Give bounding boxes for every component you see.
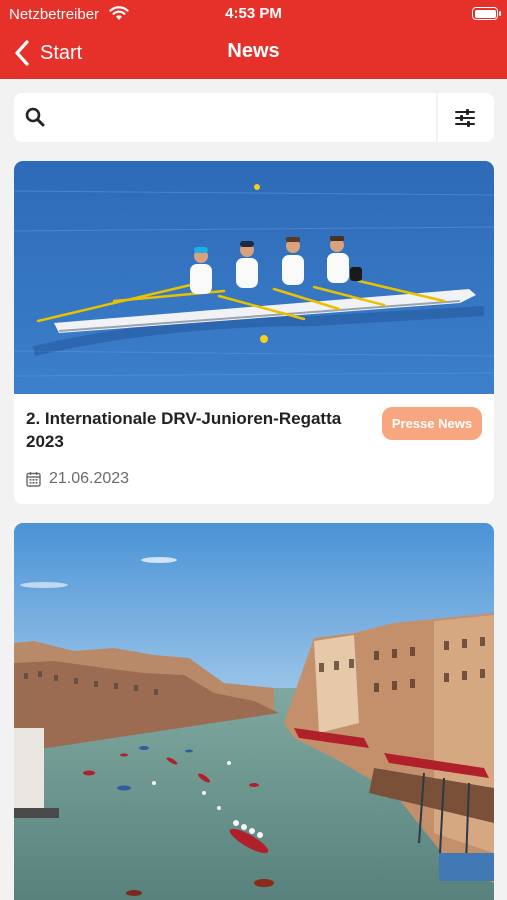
news-date: 21.06.2023 (26, 469, 129, 489)
news-image-venice (14, 523, 494, 900)
calendar-icon (26, 472, 41, 487)
search-icon[interactable] (25, 107, 45, 127)
date-text: 21.06.2023 (49, 470, 130, 487)
search-divider (436, 93, 438, 142)
page-title: News (227, 40, 280, 62)
status-bar: Netzbetreiber 4:53 PM (0, 0, 507, 28)
news-tag-badge: Presse News (382, 407, 482, 440)
news-card[interactable]: 2. Internationale DRV-Junioren-Regatta 2… (14, 161, 494, 504)
news-title: 2. Internationale DRV-Junioren-Regatta 2… (26, 409, 342, 451)
news-image-rowing (14, 161, 494, 394)
search-bar (14, 93, 494, 142)
search-input[interactable] (58, 103, 438, 132)
top-bar: Netzbetreiber 4:53 PM Start News (0, 0, 507, 79)
news-card[interactable] (14, 523, 494, 900)
navigation-bar: Start News (0, 28, 507, 79)
battery-icon (472, 7, 501, 20)
clock: 4:53 PM (225, 5, 282, 22)
sliders-icon[interactable] (452, 105, 478, 131)
